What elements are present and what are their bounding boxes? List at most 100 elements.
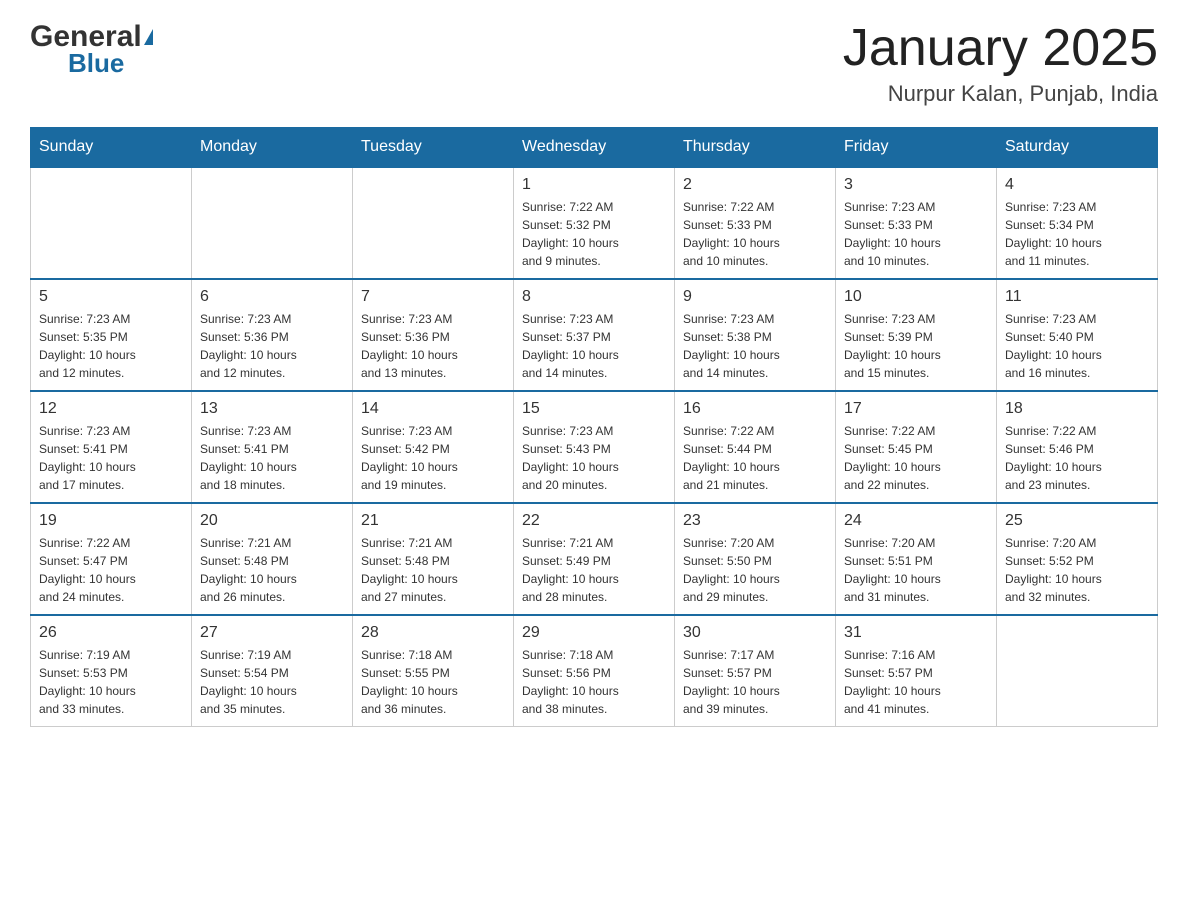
day-info: Sunrise: 7:22 AM Sunset: 5:44 PM Dayligh… xyxy=(683,422,827,494)
day-number: 13 xyxy=(200,400,344,418)
day-number: 31 xyxy=(844,624,988,642)
calendar-cell: 9 Sunrise: 7:23 AM Sunset: 5:38 PM Daylig… xyxy=(675,279,836,391)
week-row-2: 5 Sunrise: 7:23 AM Sunset: 5:35 PM Daylig… xyxy=(31,279,1158,391)
day-info: Sunrise: 7:22 AM Sunset: 5:45 PM Dayligh… xyxy=(844,422,988,494)
calendar-cell xyxy=(997,615,1158,727)
day-number: 4 xyxy=(1005,176,1149,194)
calendar-cell: 18Sunrise: 7:22 AM Sunset: 5:46 PM Dayli… xyxy=(997,391,1158,503)
day-info: Sunrise: 7:17 AM Sunset: 5:57 PM Dayligh… xyxy=(683,646,827,718)
day-info: Sunrise: 7:23 AM Sunset: 5:41 PM Dayligh… xyxy=(39,422,183,494)
day-info: Sunrise: 7:22 AM Sunset: 5:33 PM Dayligh… xyxy=(683,198,827,270)
day-number: 28 xyxy=(361,624,505,642)
day-info: Sunrise: 7:22 AM Sunset: 5:47 PM Dayligh… xyxy=(39,534,183,606)
day-number: 12 xyxy=(39,400,183,418)
day-number: 27 xyxy=(200,624,344,642)
calendar-cell: 3 Sunrise: 7:23 AM Sunset: 5:33 PM Daylig… xyxy=(836,167,997,279)
day-info: Sunrise: 7:18 AM Sunset: 5:56 PM Dayligh… xyxy=(522,646,666,718)
calendar-cell xyxy=(192,167,353,279)
header-cell-monday: Monday xyxy=(192,128,353,168)
calendar-cell: 25 Sunrise: 7:20 AM Sunset: 5:52 PM Dayli… xyxy=(997,503,1158,615)
day-info: Sunrise: 7:23 AM Sunset: 5:42 PM Dayligh… xyxy=(361,422,505,494)
day-info: Sunrise: 7:23 AM Sunset: 5:35 PM Dayligh… xyxy=(39,310,183,382)
calendar-cell: 12 Sunrise: 7:23 AM Sunset: 5:41 PM Dayli… xyxy=(31,391,192,503)
day-info: Sunrise: 7:23 AM Sunset: 5:43 PM Dayligh… xyxy=(522,422,666,494)
day-info: Sunrise: 7:22 AM Sunset: 5:32 PM Dayligh… xyxy=(522,198,666,270)
day-info: Sunrise: 7:23 AM Sunset: 5:36 PM Dayligh… xyxy=(361,310,505,382)
page-header: General Blue January 2025 Nurpur Kalan, … xyxy=(30,20,1158,107)
day-info: Sunrise: 7:20 AM Sunset: 5:50 PM Dayligh… xyxy=(683,534,827,606)
day-number: 15 xyxy=(522,400,666,418)
header-cell-friday: Friday xyxy=(836,128,997,168)
day-info: Sunrise: 7:22 AM Sunset: 5:46 PM Dayligh… xyxy=(1005,422,1149,494)
calendar-title: January 2025 xyxy=(843,20,1158,77)
calendar-cell: 11Sunrise: 7:23 AM Sunset: 5:40 PM Dayli… xyxy=(997,279,1158,391)
calendar-subtitle: Nurpur Kalan, Punjab, India xyxy=(843,81,1158,107)
day-number: 6 xyxy=(200,288,344,306)
calendar-cell: 7 Sunrise: 7:23 AM Sunset: 5:36 PM Daylig… xyxy=(353,279,514,391)
calendar-cell: 21Sunrise: 7:21 AM Sunset: 5:48 PM Dayli… xyxy=(353,503,514,615)
calendar-cell: 14 Sunrise: 7:23 AM Sunset: 5:42 PM Dayli… xyxy=(353,391,514,503)
calendar-cell xyxy=(31,167,192,279)
calendar-cell: 1Sunrise: 7:22 AM Sunset: 5:32 PM Daylig… xyxy=(514,167,675,279)
calendar-cell: 10Sunrise: 7:23 AM Sunset: 5:39 PM Dayli… xyxy=(836,279,997,391)
title-area: January 2025 Nurpur Kalan, Punjab, India xyxy=(843,20,1158,107)
calendar-cell: 5 Sunrise: 7:23 AM Sunset: 5:35 PM Daylig… xyxy=(31,279,192,391)
day-number: 3 xyxy=(844,176,988,194)
calendar-cell: 13 Sunrise: 7:23 AM Sunset: 5:41 PM Dayli… xyxy=(192,391,353,503)
day-number: 14 xyxy=(361,400,505,418)
calendar-cell: 29 Sunrise: 7:18 AM Sunset: 5:56 PM Dayli… xyxy=(514,615,675,727)
day-number: 25 xyxy=(1005,512,1149,530)
day-info: Sunrise: 7:23 AM Sunset: 5:36 PM Dayligh… xyxy=(200,310,344,382)
day-info: Sunrise: 7:23 AM Sunset: 5:41 PM Dayligh… xyxy=(200,422,344,494)
calendar-cell: 26Sunrise: 7:19 AM Sunset: 5:53 PM Dayli… xyxy=(31,615,192,727)
header-cell-wednesday: Wednesday xyxy=(514,128,675,168)
day-info: Sunrise: 7:20 AM Sunset: 5:52 PM Dayligh… xyxy=(1005,534,1149,606)
calendar-cell: 24 Sunrise: 7:20 AM Sunset: 5:51 PM Dayli… xyxy=(836,503,997,615)
day-number: 8 xyxy=(522,288,666,306)
day-number: 9 xyxy=(683,288,827,306)
header-cell-thursday: Thursday xyxy=(675,128,836,168)
day-info: Sunrise: 7:21 AM Sunset: 5:48 PM Dayligh… xyxy=(361,534,505,606)
calendar-cell: 2Sunrise: 7:22 AM Sunset: 5:33 PM Daylig… xyxy=(675,167,836,279)
calendar-header: SundayMondayTuesdayWednesdayThursdayFrid… xyxy=(31,128,1158,168)
calendar-cell: 30 Sunrise: 7:17 AM Sunset: 5:57 PM Dayli… xyxy=(675,615,836,727)
week-row-3: 12 Sunrise: 7:23 AM Sunset: 5:41 PM Dayli… xyxy=(31,391,1158,503)
day-number: 7 xyxy=(361,288,505,306)
header-cell-tuesday: Tuesday xyxy=(353,128,514,168)
calendar-cell: 16 Sunrise: 7:22 AM Sunset: 5:44 PM Dayli… xyxy=(675,391,836,503)
day-number: 10 xyxy=(844,288,988,306)
day-info: Sunrise: 7:21 AM Sunset: 5:48 PM Dayligh… xyxy=(200,534,344,606)
day-number: 11 xyxy=(1005,288,1149,306)
calendar-cell: 4 Sunrise: 7:23 AM Sunset: 5:34 PM Daylig… xyxy=(997,167,1158,279)
calendar-cell: 22 Sunrise: 7:21 AM Sunset: 5:49 PM Dayli… xyxy=(514,503,675,615)
calendar-cell: 17 Sunrise: 7:22 AM Sunset: 5:45 PM Dayli… xyxy=(836,391,997,503)
week-row-5: 26Sunrise: 7:19 AM Sunset: 5:53 PM Dayli… xyxy=(31,615,1158,727)
calendar-cell xyxy=(353,167,514,279)
calendar-cell: 8 Sunrise: 7:23 AM Sunset: 5:37 PM Daylig… xyxy=(514,279,675,391)
day-number: 26 xyxy=(39,624,183,642)
day-info: Sunrise: 7:23 AM Sunset: 5:33 PM Dayligh… xyxy=(844,198,988,270)
day-number: 16 xyxy=(683,400,827,418)
day-info: Sunrise: 7:18 AM Sunset: 5:55 PM Dayligh… xyxy=(361,646,505,718)
day-info: Sunrise: 7:23 AM Sunset: 5:37 PM Dayligh… xyxy=(522,310,666,382)
day-info: Sunrise: 7:21 AM Sunset: 5:49 PM Dayligh… xyxy=(522,534,666,606)
header-row: SundayMondayTuesdayWednesdayThursdayFrid… xyxy=(31,128,1158,168)
day-number: 20 xyxy=(200,512,344,530)
calendar-table: SundayMondayTuesdayWednesdayThursdayFrid… xyxy=(30,127,1158,727)
day-number: 30 xyxy=(683,624,827,642)
header-cell-sunday: Sunday xyxy=(31,128,192,168)
logo: General Blue xyxy=(30,20,154,79)
day-info: Sunrise: 7:23 AM Sunset: 5:38 PM Dayligh… xyxy=(683,310,827,382)
calendar-body: 1Sunrise: 7:22 AM Sunset: 5:32 PM Daylig… xyxy=(31,167,1158,727)
day-info: Sunrise: 7:20 AM Sunset: 5:51 PM Dayligh… xyxy=(844,534,988,606)
day-info: Sunrise: 7:23 AM Sunset: 5:34 PM Dayligh… xyxy=(1005,198,1149,270)
calendar-cell: 28 Sunrise: 7:18 AM Sunset: 5:55 PM Dayli… xyxy=(353,615,514,727)
day-number: 22 xyxy=(522,512,666,530)
calendar-cell: 23Sunrise: 7:20 AM Sunset: 5:50 PM Dayli… xyxy=(675,503,836,615)
day-number: 24 xyxy=(844,512,988,530)
day-number: 29 xyxy=(522,624,666,642)
day-info: Sunrise: 7:16 AM Sunset: 5:57 PM Dayligh… xyxy=(844,646,988,718)
day-number: 5 xyxy=(39,288,183,306)
day-number: 17 xyxy=(844,400,988,418)
calendar-cell: 20 Sunrise: 7:21 AM Sunset: 5:48 PM Dayli… xyxy=(192,503,353,615)
